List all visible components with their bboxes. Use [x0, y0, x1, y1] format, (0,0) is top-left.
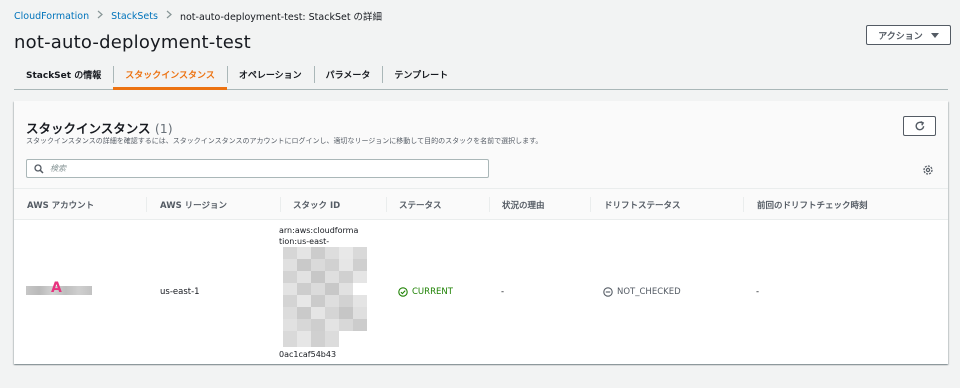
column-divider	[146, 197, 147, 212]
cell-last-drift-check: -	[756, 287, 760, 297]
breadcrumb: CloudFormation StackSets not-auto-deploy…	[14, 9, 383, 24]
breadcrumb-stacksets-link[interactable]: StackSets	[111, 11, 158, 22]
minus-circle-icon	[603, 287, 613, 297]
drift-status-label: NOT_CHECKED	[617, 287, 681, 297]
actions-dropdown-button[interactable]: アクション	[866, 25, 951, 45]
stack-instances-panel: スタックインスタンス (1) スタックインスタンスの詳細を確認するには、スタック…	[14, 101, 948, 364]
caret-down-icon	[930, 32, 939, 38]
cell-drift-status: NOT_CHECKED	[603, 286, 681, 298]
search-icon	[34, 163, 44, 174]
cell-stack-id-top[interactable]: arn:aws:cloudforma tion:us-east-	[279, 225, 379, 247]
panel-title-text: スタックインスタンス	[26, 121, 151, 136]
breadcrumb-current: not-auto-deployment-test: StackSet の詳細	[179, 12, 383, 23]
page-title: not-auto-deployment-test	[14, 32, 251, 53]
table-settings-button[interactable]	[921, 163, 935, 177]
tab-bar: StackSet の情報 スタックインスタンス オペレーション パラメータ テン…	[14, 60, 948, 90]
chevron-right-icon	[97, 10, 104, 22]
refresh-button[interactable]	[903, 116, 936, 136]
annotation-mark: A	[51, 280, 62, 296]
column-header-aws-region[interactable]: AWS リージョン	[160, 189, 227, 220]
cell-status-reason: -	[501, 287, 505, 297]
breadcrumb-cloudformation-link[interactable]: CloudFormation	[14, 11, 89, 22]
column-header-status[interactable]: ステータス	[399, 189, 442, 220]
column-header-stack-id[interactable]: スタック ID	[293, 189, 340, 220]
redacted-stack-id-mosaic	[283, 247, 367, 347]
chevron-right-icon	[166, 10, 172, 22]
gear-icon	[923, 165, 933, 175]
tab-parameters[interactable]: パラメータ	[313, 60, 383, 89]
column-header-aws-account[interactable]: AWS アカウント	[27, 189, 94, 220]
panel-description: スタックインスタンスの詳細を確認するには、スタックインスタンスのアカウントにログ…	[26, 137, 543, 145]
check-circle-icon	[398, 287, 408, 297]
panel-header: スタックインスタンス (1) スタックインスタンスの詳細を確認するには、スタック…	[14, 101, 948, 189]
column-divider	[590, 197, 591, 212]
refresh-icon	[915, 120, 924, 131]
search-field[interactable]	[26, 159, 489, 178]
cell-status: CURRENT	[398, 286, 453, 298]
cell-aws-region: us-east-1	[160, 287, 200, 297]
tab-template[interactable]: テンプレート	[382, 60, 460, 89]
redacted-account-id: A	[26, 280, 92, 296]
cell-stack-id-bottom[interactable]: 0ac1caf54b43	[279, 349, 379, 360]
column-header-last-drift-check[interactable]: 前回のドリフトチェック時刻	[757, 189, 868, 220]
panel-count: (1)	[154, 121, 173, 136]
table-header: AWS アカウント AWS リージョン スタック ID ステータス 状況の理由 …	[14, 189, 948, 220]
table-row: A us-east-1 arn:aws:cloudforma tion:us-e…	[14, 220, 948, 364]
column-divider	[489, 197, 490, 212]
panel-title: スタックインスタンス (1)	[26, 118, 173, 137]
column-header-drift-status[interactable]: ドリフトステータス	[604, 189, 681, 220]
status-label: CURRENT	[412, 287, 453, 297]
column-divider	[280, 197, 281, 212]
tab-operations[interactable]: オペレーション	[226, 60, 314, 89]
column-divider	[386, 197, 387, 212]
tab-stack-instances[interactable]: スタックインスタンス	[113, 60, 227, 90]
actions-button-label: アクション	[878, 31, 923, 42]
column-header-status-reason[interactable]: 状況の理由	[502, 189, 545, 220]
search-input[interactable]	[50, 164, 470, 173]
cell-aws-account: A	[26, 280, 92, 296]
tab-stackset-info[interactable]: StackSet の情報	[14, 60, 113, 89]
column-divider	[743, 197, 744, 212]
